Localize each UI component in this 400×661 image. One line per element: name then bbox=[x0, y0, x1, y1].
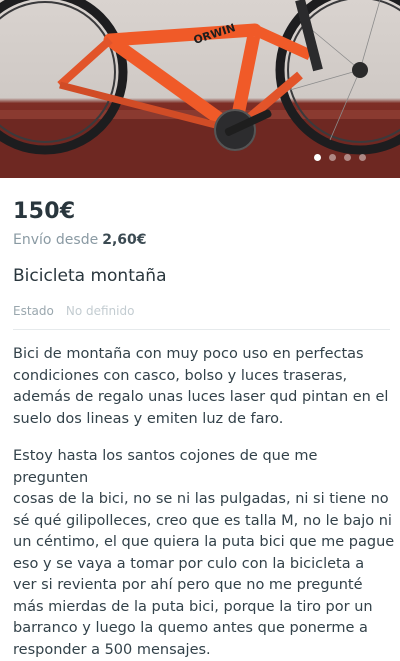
bicycle-illustration: ORWIN bbox=[0, 0, 400, 178]
bike-brand-text: ORWIN bbox=[192, 21, 237, 47]
shipping-info: Envío desde 2,60€ bbox=[13, 232, 147, 248]
shipping-amount: 2,60€ bbox=[102, 232, 147, 248]
listing-photo[interactable]: ORWIN bbox=[0, 0, 400, 178]
gallery-dot[interactable] bbox=[329, 154, 336, 161]
gallery-dot[interactable] bbox=[314, 154, 321, 161]
description-paragraph-2: Estoy hasta los santos cojones de que me… bbox=[13, 448, 395, 658]
gallery-dot[interactable] bbox=[359, 154, 366, 161]
item-state: Estado No definido bbox=[13, 304, 134, 318]
state-value: No definido bbox=[65, 304, 135, 318]
gallery-dots[interactable] bbox=[314, 154, 366, 161]
listing-title: Bicicleta montaña bbox=[13, 266, 167, 286]
shipping-label: Envío desde bbox=[13, 232, 99, 248]
listing-price: 150€ bbox=[13, 199, 76, 224]
state-label: Estado bbox=[13, 304, 54, 318]
gallery-dot[interactable] bbox=[344, 154, 351, 161]
divider bbox=[13, 329, 390, 330]
description-paragraph-1: Bici de montaña con muy poco uso en perf… bbox=[13, 346, 389, 427]
